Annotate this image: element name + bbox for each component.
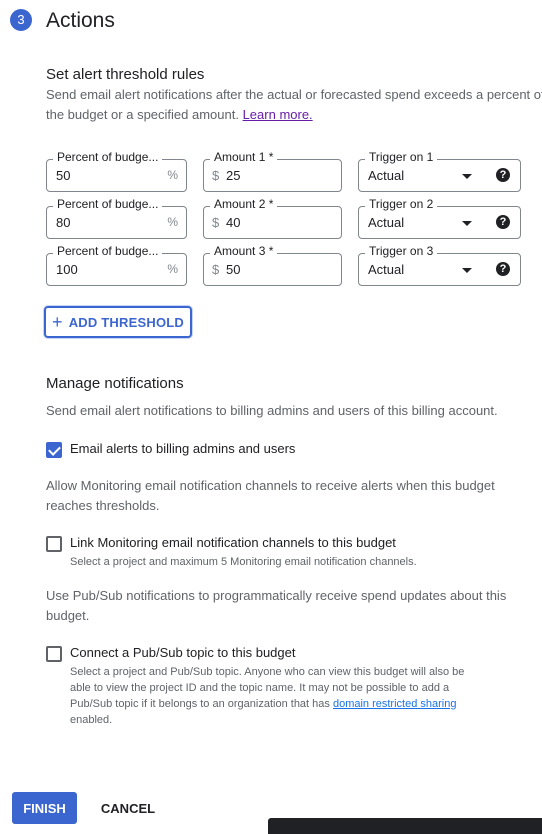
amount-label-3: Amount 3 * <box>210 244 278 258</box>
percent-field-2[interactable]: Percent of budge... 80 % <box>46 197 187 239</box>
threshold-heading: Set alert threshold rules <box>46 66 205 83</box>
notifications-heading: Manage notifications <box>46 375 184 392</box>
trigger-label-1: Trigger on 1 <box>365 150 438 164</box>
monitoring-description-line2: reaches thresholds. <box>46 498 160 513</box>
email-alerts-label[interactable]: Email alerts to billing admins and users <box>70 441 295 456</box>
trigger-label-3: Trigger on 3 <box>365 244 438 258</box>
amount-value-3: 50 <box>226 262 241 277</box>
currency-prefix-1: $ <box>212 168 220 183</box>
help-icon[interactable]: ? <box>496 168 510 182</box>
amount-field-2[interactable]: Amount 2 * $ 40 <box>203 197 342 239</box>
percent-value-1: 50 <box>56 168 71 183</box>
percent-field-3[interactable]: Percent of budge... 100 % <box>46 244 187 286</box>
percent-field-1[interactable]: Percent of budge... 50 % <box>46 150 187 192</box>
monitoring-sub: Select a project and maximum 5 Monitorin… <box>70 556 417 568</box>
trigger-select-2[interactable]: Trigger on 2 Actual ? <box>358 197 521 239</box>
cancel-button[interactable]: CANCEL <box>96 792 160 824</box>
trigger-select-3[interactable]: Trigger on 3 Actual ? <box>358 244 521 286</box>
amount-label-2: Amount 2 * <box>210 197 278 211</box>
monitoring-description-line1: Allow Monitoring email notification chan… <box>46 478 495 493</box>
percent-label-1: Percent of budge... <box>53 150 163 164</box>
threshold-description-line2: the budget or a specified amount. Learn … <box>46 105 313 125</box>
percent-label-2: Percent of budge... <box>53 197 163 211</box>
pubsub-checkbox[interactable] <box>46 646 62 662</box>
currency-prefix-3: $ <box>212 262 220 277</box>
email-alerts-checkbox[interactable] <box>46 442 62 458</box>
dropdown-caret-icon[interactable] <box>462 174 472 179</box>
amount-field-1[interactable]: Amount 1 * $ 25 <box>203 150 342 192</box>
pubsub-sub-line1: Select a project and Pub/Sub topic. Anyo… <box>70 666 465 678</box>
pubsub-sub-line4: enabled. <box>70 714 113 726</box>
trigger-value-3: Actual <box>368 262 405 277</box>
amount-value-1: 25 <box>226 168 241 183</box>
monitoring-checkbox[interactable] <box>46 536 62 552</box>
percent-suffix-2: % <box>167 215 178 229</box>
pubsub-sub-line3-text: Pub/Sub topic if it belongs to an organi… <box>70 698 333 710</box>
trigger-value-2: Actual <box>368 215 405 230</box>
pubsub-description-line2: budget. <box>46 608 90 623</box>
trigger-value-1: Actual <box>368 168 405 183</box>
percent-label-3: Percent of budge... <box>53 244 163 258</box>
amount-value-2: 40 <box>226 215 241 230</box>
help-icon[interactable]: ? <box>496 215 510 229</box>
budget-actions-page: 3 Actions Set alert threshold rules Send… <box>0 0 542 834</box>
amount-label-1: Amount 1 * <box>210 150 278 164</box>
threshold-description-text: the budget or a specified amount. <box>46 107 243 122</box>
amount-field-3[interactable]: Amount 3 * $ 50 <box>203 244 342 286</box>
threshold-description-line1: Send email alert notifications after the… <box>46 87 542 102</box>
pubsub-label[interactable]: Connect a Pub/Sub topic to this budget <box>70 645 296 660</box>
pubsub-sub-line3: Pub/Sub topic if it belongs to an organi… <box>70 696 456 712</box>
trigger-label-2: Trigger on 2 <box>365 197 438 211</box>
section-title: Actions <box>46 9 115 32</box>
percent-suffix-3: % <box>167 262 178 276</box>
domain-restricted-sharing-link[interactable]: domain restricted sharing <box>333 698 457 710</box>
monitoring-label[interactable]: Link Monitoring email notification chann… <box>70 535 396 550</box>
finish-button[interactable]: FINISH <box>12 792 77 824</box>
percent-suffix-1: % <box>167 168 178 182</box>
notifications-description: Send email alert notifications to billin… <box>46 403 498 418</box>
pubsub-sub-line2: able to view the project ID and the topi… <box>70 682 450 694</box>
currency-prefix-2: $ <box>212 215 220 230</box>
help-icon[interactable]: ? <box>496 262 510 276</box>
dropdown-caret-icon[interactable] <box>462 221 472 226</box>
trigger-select-1[interactable]: Trigger on 1 Actual ? <box>358 150 521 192</box>
learn-more-link[interactable]: Learn more. <box>243 107 313 122</box>
plus-icon: + <box>52 312 63 332</box>
percent-value-2: 80 <box>56 215 71 230</box>
snackbar-edge <box>268 818 542 834</box>
percent-value-3: 100 <box>56 262 78 277</box>
pubsub-description-line1: Use Pub/Sub notifications to programmati… <box>46 588 507 603</box>
step-number-badge: 3 <box>10 9 32 31</box>
add-threshold-button[interactable]: + ADD THRESHOLD <box>44 306 192 338</box>
add-threshold-label: ADD THRESHOLD <box>68 314 184 330</box>
checkmark-icon <box>48 443 61 456</box>
dropdown-caret-icon[interactable] <box>462 268 472 273</box>
